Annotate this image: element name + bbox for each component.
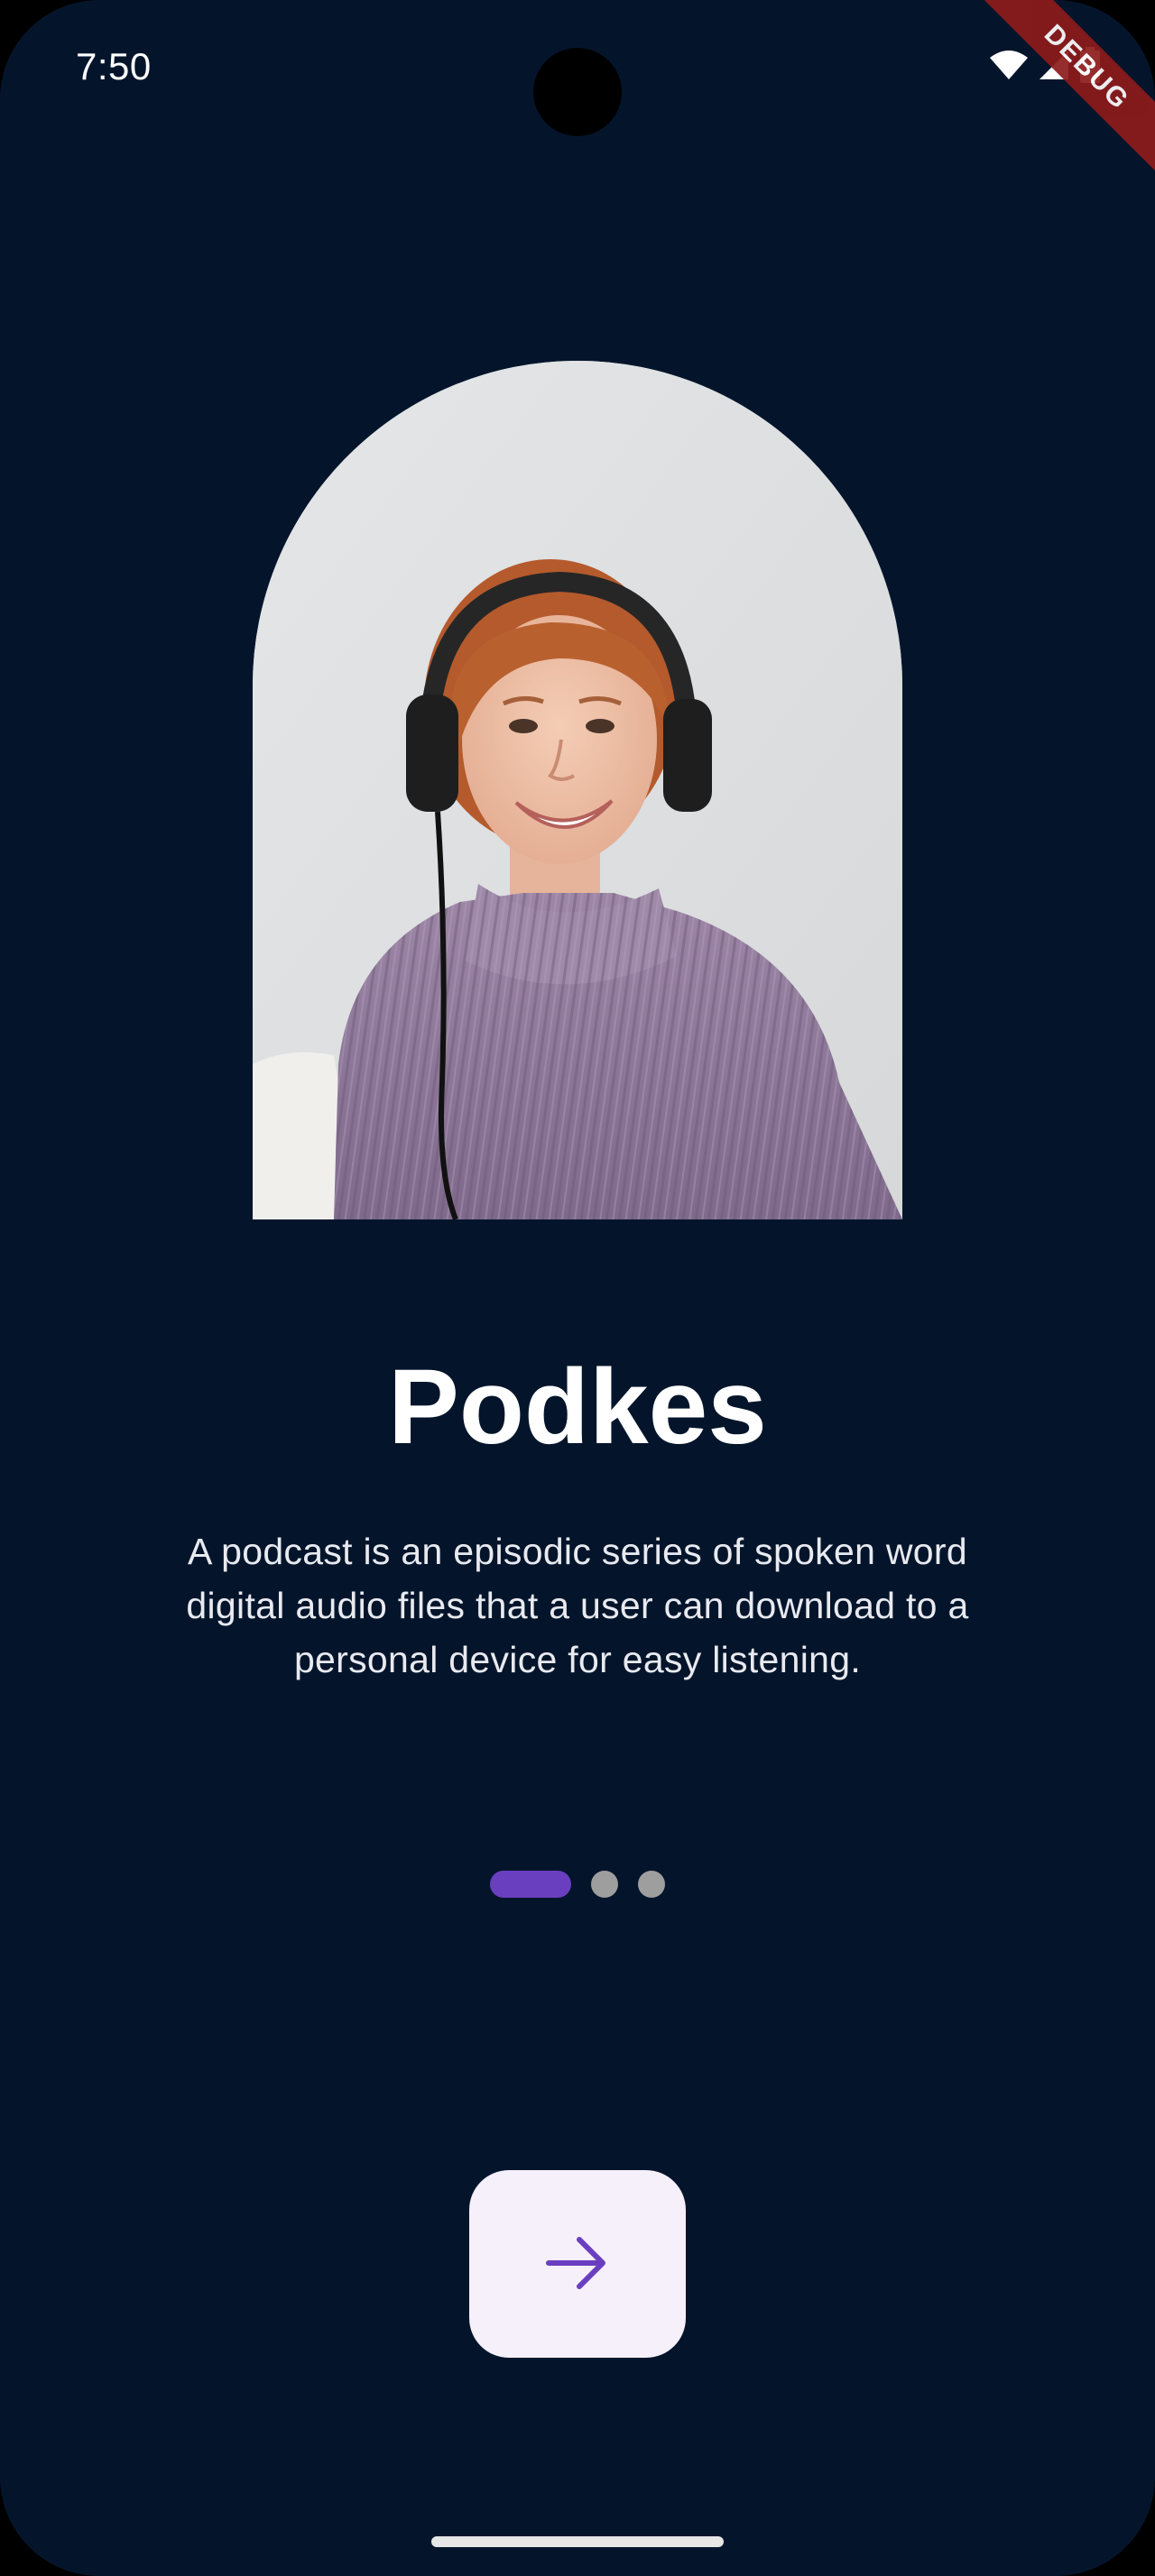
page-dot-active[interactable] [490, 1871, 571, 1898]
page-dot[interactable] [638, 1871, 665, 1898]
wifi-icon [989, 49, 1029, 85]
home-indicator[interactable] [431, 2536, 724, 2547]
hero-image [253, 361, 902, 1219]
onboarding-description: A podcast is an episodic series of spoke… [186, 1531, 969, 1680]
podcast-listener-photo [253, 361, 902, 1219]
page-indicator [0, 1871, 1155, 1898]
page-dot[interactable] [591, 1871, 618, 1898]
camera-cutout [533, 48, 622, 136]
app-title: Podkes [388, 1348, 767, 1467]
status-time: 7:50 [76, 45, 152, 87]
next-button[interactable] [469, 2170, 686, 2358]
debug-banner: DEBUG [966, 0, 1155, 188]
app-screen: 7:50 DEBUG Podkes A podcast is an episod… [0, 0, 1155, 2576]
arrow-right-icon [545, 2234, 610, 2295]
